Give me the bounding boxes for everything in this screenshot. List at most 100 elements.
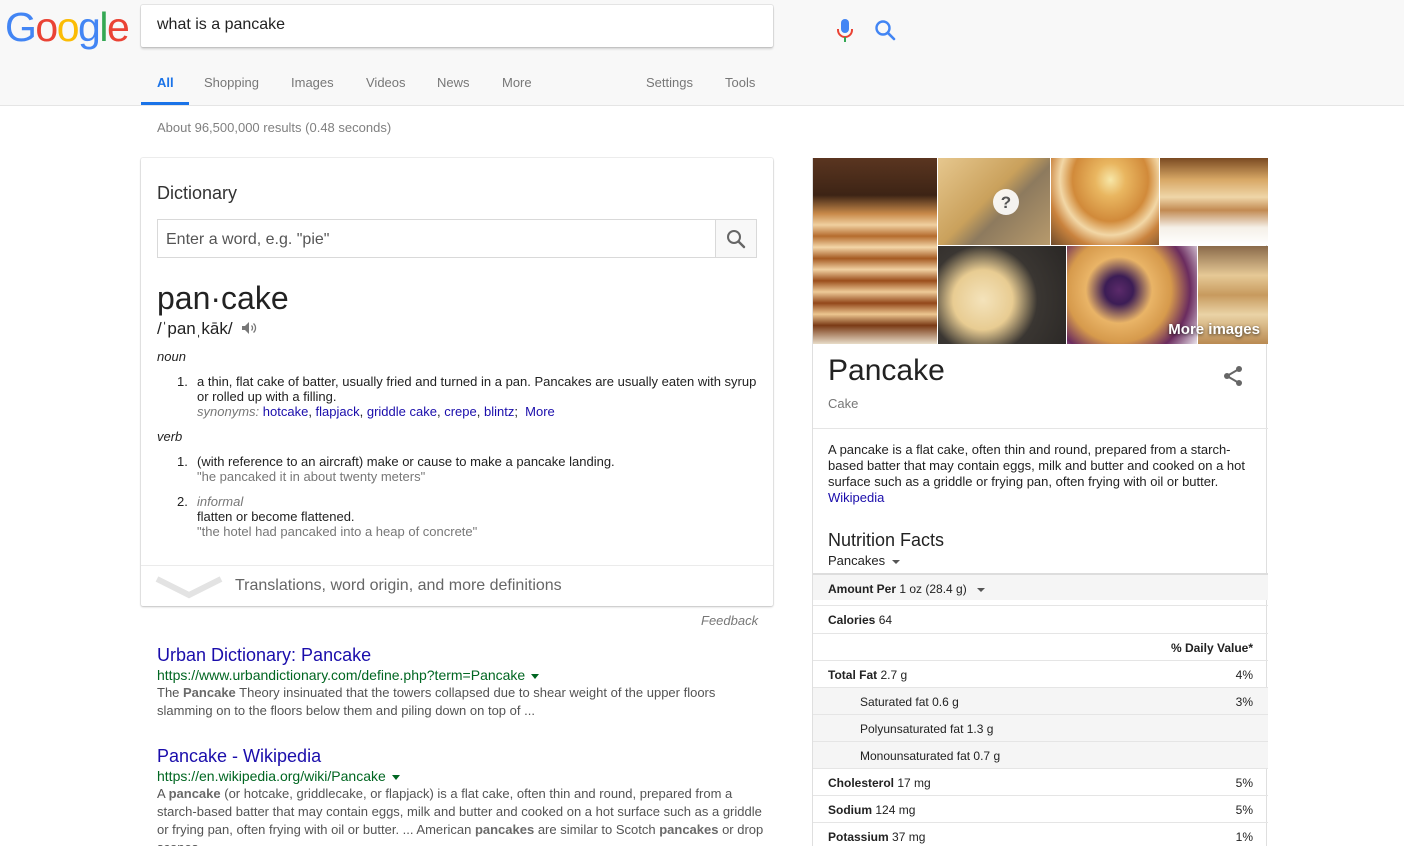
- nutrient-percent: 3%: [1235, 695, 1253, 709]
- synonyms-label: synonyms:: [197, 404, 260, 419]
- tab-videos[interactable]: Videos: [366, 75, 406, 90]
- search-result: Urban Dictionary: Pancake https://www.ur…: [157, 644, 767, 720]
- calories-label: Calories: [828, 613, 876, 627]
- dictionary-search-button[interactable]: [716, 219, 757, 258]
- amount-per-row[interactable]: Amount Per 1 oz (28.4 g): [813, 573, 1268, 600]
- dictionary-title: Dictionary: [157, 183, 238, 203]
- dictionary-card: Dictionary Enter a word, e.g. "pie" pan·…: [141, 158, 773, 606]
- nutrient-value: 124 mg: [875, 803, 916, 817]
- google-logo[interactable]: Google: [5, 5, 130, 49]
- calories-row: Calories 64: [813, 605, 1268, 632]
- more-definitions-toggle[interactable]: Translations, word origin, and more defi…: [141, 565, 773, 606]
- nutrient-row: Total Fat 2.7 g 4%: [813, 660, 1268, 687]
- search-input[interactable]: what is a pancake: [157, 16, 285, 34]
- tab-images[interactable]: Images: [291, 75, 334, 90]
- search-icon: [727, 230, 746, 249]
- dictionary-input[interactable]: Enter a word, e.g. "pie": [157, 219, 716, 258]
- definition-text: (with reference to an aircraft) make or …: [197, 454, 615, 469]
- nutrient-value: 0.6 g: [932, 695, 959, 709]
- search-box[interactable]: what is a pancake: [141, 5, 896, 47]
- griddle-pancakes-image[interactable]: [938, 246, 1066, 344]
- daily-value-header: % Daily Value*: [1171, 641, 1253, 655]
- synonyms: synonyms: hotcake, flapjack, griddle cak…: [197, 404, 555, 419]
- image-collage: ? More images: [813, 158, 1268, 344]
- definition-example: "he pancaked it in about twenty meters": [197, 469, 426, 484]
- synonym-link[interactable]: blintz: [484, 404, 514, 419]
- result-title-link[interactable]: Pancake - Wikipedia: [157, 745, 767, 767]
- nutrient-label: Polyunsaturated fat: [860, 722, 964, 736]
- calories-value: 64: [878, 613, 893, 627]
- result-title-link[interactable]: Urban Dictionary: Pancake: [157, 644, 767, 666]
- result-stats: About 96,500,000 results (0.48 seconds): [157, 120, 392, 135]
- food-selector-label: Pancakes: [828, 553, 886, 568]
- nutrient: Total Fat 2.7 g: [828, 668, 907, 682]
- nutrient-percent: 5%: [1235, 803, 1253, 817]
- result-url: https://en.wikipedia.org/wiki/Pancake: [157, 767, 767, 785]
- search-result: Pancake - Wikipedia https://en.wikipedia…: [157, 745, 767, 846]
- more-synonyms-link[interactable]: More: [525, 404, 555, 419]
- snippet-text: are similar to Scotch: [534, 822, 660, 837]
- tab-all[interactable]: All: [157, 75, 174, 90]
- tab-news[interactable]: News: [437, 75, 470, 90]
- nutrient-value: 17 mg: [897, 776, 931, 790]
- more-images-link[interactable]: More images: [1168, 321, 1260, 338]
- plated-pancakes-image[interactable]: [1160, 158, 1268, 245]
- part-of-speech-noun: noun: [157, 349, 186, 364]
- nutrient: Cholesterol 17 mg: [828, 776, 931, 790]
- active-tab-indicator: [141, 102, 189, 105]
- nutrient-percent: 1%: [1235, 830, 1253, 844]
- nutrient-percent: 4%: [1235, 668, 1253, 682]
- search-icon[interactable]: [874, 19, 896, 41]
- definition-verb-1: (with reference to an aircraft) make or …: [197, 454, 757, 484]
- synonym-link[interactable]: griddle cake: [367, 404, 437, 419]
- kp-description: A pancake is a flat cake, often thin and…: [828, 442, 1248, 506]
- tab-shopping[interactable]: Shopping: [204, 75, 259, 90]
- nutrient-label: Total Fat: [828, 668, 878, 682]
- definition-number: 1.: [177, 454, 188, 469]
- result-url-text: https://en.wikipedia.org/wiki/Pancake: [157, 768, 386, 784]
- daily-value-header-label: % Daily Value*: [1170, 641, 1253, 655]
- pancake-stack-image[interactable]: [813, 158, 937, 344]
- snippet-highlight: pancakes: [474, 822, 535, 837]
- definition-text: flatten or become flattened.: [197, 509, 355, 524]
- headword: pan·cake: [157, 280, 289, 316]
- nutrient-label: Monounsaturated fat: [860, 749, 971, 763]
- tab-tools[interactable]: Tools: [725, 75, 755, 90]
- svg-text:?: ?: [1001, 193, 1011, 212]
- speaker-icon[interactable]: [241, 321, 257, 335]
- snippet-text: Theory insinuated that the towers collap…: [157, 685, 716, 718]
- nutrient-row: Sodium 124 mg 5%: [813, 795, 1268, 822]
- snippet-highlight: pancake: [168, 786, 221, 801]
- url-dropdown-icon[interactable]: [391, 774, 400, 780]
- dropdown-caret-icon: [976, 587, 985, 592]
- nutrient: Saturated fat 0.6 g: [860, 695, 959, 709]
- kp-description-text: A pancake is a flat cake, often thin and…: [828, 442, 1245, 489]
- food-selector[interactable]: Pancakes: [828, 553, 901, 568]
- url-dropdown-icon[interactable]: [531, 673, 540, 679]
- nutrient-label: Saturated fat: [860, 695, 929, 709]
- wikipedia-link[interactable]: Wikipedia: [828, 490, 884, 505]
- tab-more[interactable]: More: [502, 75, 532, 90]
- chevron-down-icon: [155, 576, 223, 599]
- definition-number: 2.: [177, 494, 188, 509]
- share-icon[interactable]: [1222, 365, 1244, 387]
- result-snippet: A pancake (or hotcake, griddlecake, or f…: [157, 785, 767, 846]
- kp-subtitle: Cake: [828, 396, 859, 411]
- definition-noun-1: a thin, flat cake of batter, usually fri…: [197, 374, 757, 419]
- tab-settings[interactable]: Settings: [646, 75, 693, 90]
- synonym-link[interactable]: flapjack: [316, 404, 360, 419]
- synonym-link[interactable]: crepe: [444, 404, 477, 419]
- feedback-link[interactable]: Feedback: [701, 613, 758, 628]
- nutrient-label: Cholesterol: [828, 776, 895, 790]
- microphone-icon[interactable]: [835, 19, 855, 43]
- result-url: https://www.urbandictionary.com/define.p…: [157, 666, 767, 684]
- snippet-text: The: [157, 685, 184, 700]
- butter-pancakes-image[interactable]: [1051, 158, 1159, 245]
- nutrient: Sodium 124 mg: [828, 803, 915, 817]
- nutrient-value: 0.7 g: [973, 749, 1001, 763]
- crepe-image[interactable]: ?: [938, 158, 1050, 245]
- amount-per-value: 1 oz (28.4 g): [899, 582, 967, 596]
- synonym-link[interactable]: hotcake: [263, 404, 309, 419]
- pronunciation-text: /ˈpanˌkāk/: [157, 319, 233, 338]
- nutrient: Monounsaturated fat 0.7 g: [860, 749, 1000, 763]
